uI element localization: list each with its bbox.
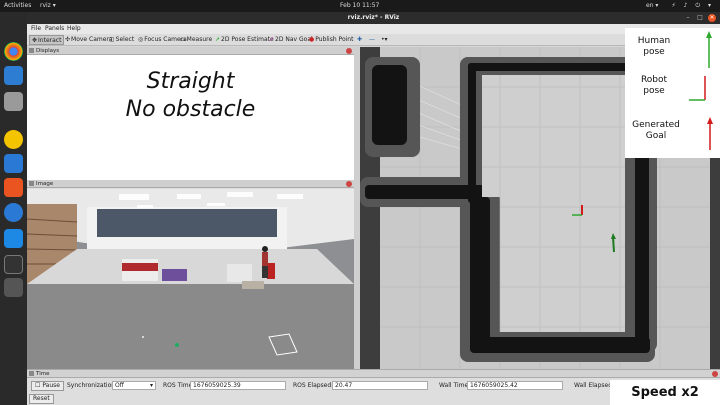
select-icon: ▢ <box>109 36 115 43</box>
app-menu[interactable]: rviz ▾ <box>40 2 56 9</box>
window-title: rviz.rviz* - RViz <box>347 14 400 21</box>
terminal-icon[interactable] <box>4 255 23 274</box>
scenario-title-line1: Straight <box>146 69 235 94</box>
interact-tool[interactable]: ✥Interact <box>29 35 65 45</box>
pause-button[interactable]: ☐ Pause <box>31 381 64 391</box>
goal-legend-arrow <box>707 117 713 150</box>
checkbox-icon: ☐ <box>35 382 41 389</box>
displays-panel: Displays Straight No obstacle <box>27 47 354 180</box>
menu-file[interactable]: File <box>31 25 41 32</box>
writer-icon[interactable] <box>4 154 23 173</box>
wall-elapsed-label: Wall Elapsed: <box>574 382 615 389</box>
camera-image <box>27 189 354 370</box>
dock <box>0 12 27 405</box>
measure-icon: ▭ <box>180 36 186 43</box>
move-camera-icon: ✣ <box>65 36 71 43</box>
remote-desktop-icon[interactable] <box>4 66 23 85</box>
window-titlebar: rviz.rviz* - RViz – □ × <box>27 12 720 24</box>
focus-camera-icon: ◎ <box>138 36 144 43</box>
vscode-icon[interactable] <box>4 229 23 248</box>
camera-feed <box>27 189 354 370</box>
files-icon[interactable] <box>4 92 23 111</box>
legend-robot-label: Robot pose <box>640 75 668 96</box>
maximize-icon[interactable]: □ <box>696 14 704 22</box>
reset-button[interactable]: Reset <box>29 394 54 404</box>
purple-arrow-icon: ➚ <box>269 36 275 43</box>
panel-icon <box>29 48 34 53</box>
map-pin-icon: ● <box>309 36 315 43</box>
time-panel-header: Time <box>27 370 720 378</box>
clock[interactable]: Feb 10 11:57 <box>340 2 379 9</box>
add-tool-button[interactable]: ✚ <box>355 35 364 45</box>
panel-icon <box>29 181 34 186</box>
panel-icon <box>29 371 34 376</box>
ros-elapsed-field: 20.47 <box>332 381 428 390</box>
menu-bar: File Panels Help <box>27 24 720 34</box>
human-legend-arrow <box>706 31 712 68</box>
minimize-icon[interactable]: – <box>684 14 692 22</box>
system-tray[interactable]: ⚡ ♪ ⏻ ▾ <box>671 2 714 10</box>
image-panel: Image <box>27 180 354 370</box>
select-tool[interactable]: ▢Select <box>107 35 136 45</box>
measure-tool[interactable]: ▭Measure <box>178 35 214 45</box>
wall-time-field: 1676059025.42 <box>467 381 563 390</box>
robot-legend-marker <box>689 76 706 101</box>
system-top-bar: Activities rviz ▾ Feb 10 11:57 en ▾ ⚡ ♪ … <box>0 0 720 12</box>
close-icon[interactable]: × <box>708 14 716 22</box>
sync-label: Synchronization: <box>67 382 118 389</box>
help-icon[interactable] <box>4 203 23 222</box>
tool-menu-button[interactable]: •▾ <box>379 35 390 45</box>
menu-help[interactable]: Help <box>67 25 81 32</box>
interact-icon: ✥ <box>32 37 38 44</box>
image-panel-title: Image <box>36 181 54 187</box>
panel-close-icon[interactable] <box>712 371 718 377</box>
rviz-window: rviz.rviz* - RViz – □ × File Panels Help… <box>27 12 720 405</box>
wall-time-label: Wall Time: <box>439 382 471 389</box>
image-panel-header: Image <box>27 180 354 188</box>
sync-select[interactable]: Off ▾ <box>112 381 156 390</box>
legend-human-label: Human pose <box>637 36 671 57</box>
software-center-icon[interactable] <box>4 178 23 197</box>
rhythmbox-icon[interactable] <box>4 130 23 149</box>
ros-time-field: 1676059025.39 <box>190 381 286 390</box>
chevron-down-icon: ▾ <box>149 382 153 389</box>
chrome-icon[interactable] <box>4 42 23 61</box>
language-indicator[interactable]: en ▾ <box>646 2 658 9</box>
green-arrow-icon: ➚ <box>215 36 221 43</box>
activities-button[interactable]: Activities <box>4 2 31 9</box>
menu-panels[interactable]: Panels <box>45 25 64 32</box>
scenario-title-line2: No obstacle <box>125 97 256 122</box>
displays-panel-header: Displays <box>27 47 354 55</box>
time-panel-title: Time <box>36 371 50 377</box>
ros-elapsed-label: ROS Elapsed: <box>293 382 334 389</box>
rviz-icon[interactable] <box>4 278 23 297</box>
toolbar: ✥Interact ✣Move Camera ▢Select ◎Focus Ca… <box>27 34 720 46</box>
legend: Human pose Robot pose Generated Goal <box>625 28 720 158</box>
legend-goal-label: Generated Goal <box>632 120 680 141</box>
publish-point-tool[interactable]: ●Publish Point <box>307 35 355 45</box>
panel-close-icon[interactable] <box>346 181 352 187</box>
panel-close-icon[interactable] <box>346 48 352 54</box>
speed-label: Speed x2 <box>610 380 720 405</box>
remove-tool-button[interactable]: — <box>367 35 377 45</box>
displays-panel-title: Displays <box>36 48 60 54</box>
